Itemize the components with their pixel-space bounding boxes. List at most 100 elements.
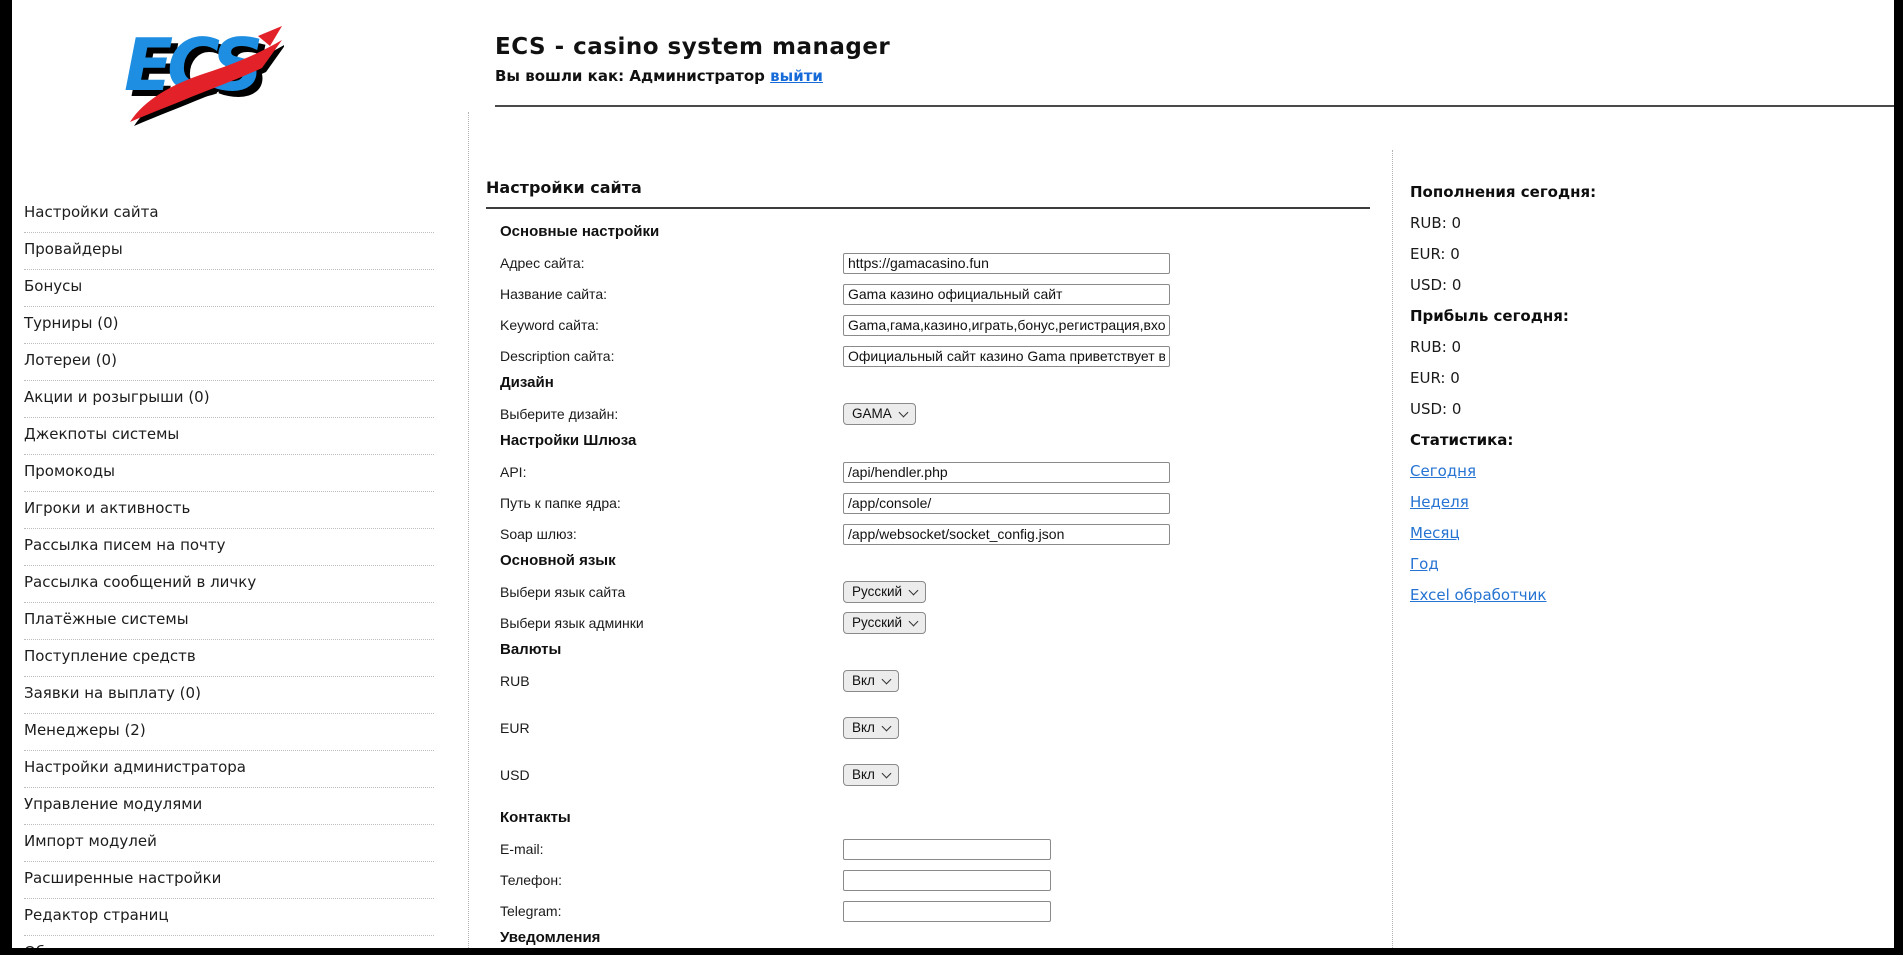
chevron-down-icon [909, 616, 919, 626]
form-label: Адрес сайта: [500, 255, 843, 271]
sidebar-item[interactable]: Игроки и активность [24, 493, 434, 529]
select-value: Русский [852, 615, 902, 630]
text-input[interactable] [843, 462, 1170, 483]
text-input[interactable] [843, 839, 1051, 860]
stats-header: Пополнения сегодня: [1410, 183, 1830, 214]
form-label: USD [500, 767, 843, 783]
text-input[interactable] [843, 253, 1170, 274]
admin-page: ECS ECS ECS - casino system manager Вы в… [0, 0, 1903, 955]
sidebar-item[interactable]: Промокоды [24, 456, 434, 492]
sidebar-item[interactable]: Управление модулями [24, 789, 434, 825]
form-label: Выбери язык админки [500, 615, 843, 631]
text-input[interactable] [843, 493, 1170, 514]
text-input[interactable] [843, 284, 1170, 305]
stats-value: RUB: 0 [1410, 338, 1830, 369]
sidebar-item[interactable]: Заявки на выплату (0) [24, 678, 434, 714]
right-panel: Пополнения сегодня:RUB: 0EUR: 0USD: 0При… [1410, 183, 1830, 617]
form-row: Soap шлюз: [500, 521, 1370, 547]
form-label: API: [500, 464, 843, 480]
stats-link-row: Год [1410, 555, 1830, 586]
form-row: Telegram: [500, 898, 1370, 924]
form-label: EUR [500, 720, 843, 736]
form-section-header: Настройки Шлюза [500, 432, 1370, 456]
sidebar-item[interactable]: Менеджеры (2) [24, 715, 434, 751]
sidebar-item[interactable]: Настройки администратора [24, 752, 434, 788]
form-label: Keyword сайта: [500, 317, 843, 333]
sidebar-item[interactable]: Импорт модулей [24, 826, 434, 862]
form-label: Выберите дизайн: [500, 406, 843, 422]
sidebar-item[interactable]: Джекпоты системы [24, 419, 434, 455]
stats-value: EUR: 0 [1410, 245, 1830, 276]
sidebar-menu: Настройки сайтаПровайдерыБонусыТурниры (… [24, 197, 434, 955]
form-row: Keyword сайта: [500, 312, 1370, 338]
form-section-header: Дизайн [500, 374, 1370, 398]
ecs-logo-image: ECS ECS [112, 14, 284, 126]
sidebar-item[interactable]: Настройки сайта [24, 197, 434, 233]
sidebar-item[interactable]: Бонусы [24, 271, 434, 307]
stats-value: EUR: 0 [1410, 369, 1830, 400]
form-row: Путь к папке ядра: [500, 490, 1370, 516]
chevron-down-icon [898, 407, 908, 417]
main-content: Настройки сайта Основные настройкиАдрес … [486, 178, 1370, 955]
stats-header: Прибыль сегодня: [1410, 307, 1830, 338]
bottom-edge-bar [0, 948, 1903, 955]
stats-link-row: Сегодня [1410, 462, 1830, 493]
form-row: Description сайта: [500, 343, 1370, 369]
form-label: Название сайта: [500, 286, 843, 302]
form-label: Телефон: [500, 872, 843, 888]
form-row: Телефон: [500, 867, 1370, 893]
form-row: Выберите дизайн: GAMA [500, 401, 1370, 427]
form-row: RUBВкл [500, 668, 1370, 694]
form-row: API: [500, 459, 1370, 485]
logout-link[interactable]: выйти [770, 67, 823, 85]
select-dropdown[interactable]: Вкл [843, 670, 899, 692]
page-title: ECS - casino system manager [495, 34, 890, 60]
stats-link[interactable]: Год [1410, 555, 1439, 573]
sidebar-item[interactable]: Рассылка писем на почту [24, 530, 434, 566]
stats-value: USD: 0 [1410, 400, 1830, 431]
stats-link[interactable]: Excel обработчик [1410, 586, 1546, 604]
form-section-header: Основной язык [500, 552, 1370, 576]
sidebar-item[interactable]: Поступление средств [24, 641, 434, 677]
select-value: GAMA [852, 406, 892, 421]
form-label: Description сайта: [500, 348, 843, 364]
form-label: Soap шлюз: [500, 526, 843, 542]
select-dropdown[interactable]: Русский [843, 581, 926, 603]
select-dropdown[interactable]: Вкл [843, 717, 899, 739]
form-section-header: Основные настройки [500, 223, 1370, 247]
sidebar-item[interactable]: Редактор страниц [24, 900, 434, 936]
form-row: USDВкл [500, 762, 1370, 788]
stats-value: RUB: 0 [1410, 214, 1830, 245]
sidebar-item[interactable]: Рассылка сообщений в личку [24, 567, 434, 603]
stats-link[interactable]: Неделя [1410, 493, 1469, 511]
form-section-header: Валюты [500, 641, 1370, 665]
stats-link[interactable]: Сегодня [1410, 462, 1476, 480]
stats-link-row: Неделя [1410, 493, 1830, 524]
form-row: EURВкл [500, 715, 1370, 741]
sidebar-item[interactable]: Акции и розыгрыши (0) [24, 382, 434, 418]
sidebar-main-divider [468, 112, 469, 948]
chevron-down-icon [882, 721, 892, 731]
sidebar-item[interactable]: Лотереи (0) [24, 345, 434, 381]
select-dropdown[interactable]: Русский [843, 612, 926, 634]
sidebar-item[interactable]: Турниры (0) [24, 308, 434, 344]
login-status: Вы вошли как: Администратор выйти [495, 67, 890, 85]
sidebar-item[interactable]: Провайдеры [24, 234, 434, 270]
chevron-down-icon [882, 768, 892, 778]
form-label: Путь к папке ядра: [500, 495, 843, 511]
text-input[interactable] [843, 346, 1170, 367]
text-input[interactable] [843, 901, 1051, 922]
form-row: Выбери язык сайтаРусский [500, 579, 1370, 605]
text-input[interactable] [843, 870, 1051, 891]
header: ECS - casino system manager Вы вошли как… [495, 34, 890, 85]
text-input[interactable] [843, 315, 1170, 336]
sidebar-item[interactable]: Платёжные системы [24, 604, 434, 640]
select-dropdown[interactable]: GAMA [843, 403, 916, 425]
stats-link-row: Месяц [1410, 524, 1830, 555]
text-input[interactable] [843, 524, 1170, 545]
sidebar-item[interactable]: Расширенные настройки [24, 863, 434, 899]
form-row: E-mail: [500, 836, 1370, 862]
chevron-down-icon [882, 674, 892, 684]
stats-link[interactable]: Месяц [1410, 524, 1460, 542]
select-dropdown[interactable]: Вкл [843, 764, 899, 786]
